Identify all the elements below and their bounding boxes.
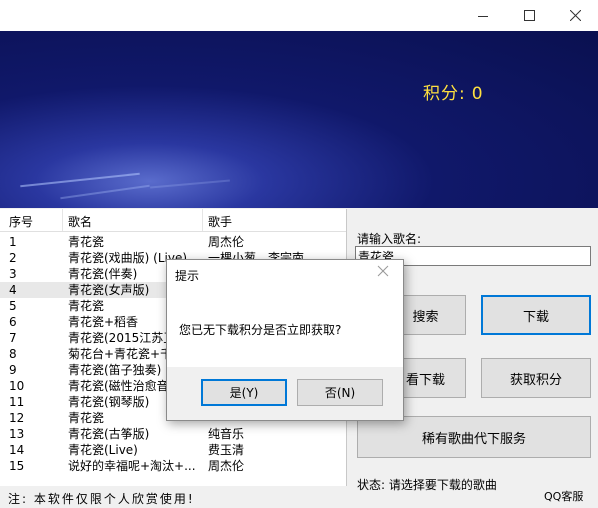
row-singer: 周杰伦 xyxy=(208,235,245,249)
score-display: 积分: 0 xyxy=(423,79,484,104)
row-number: 9 xyxy=(9,363,17,377)
row-number: 11 xyxy=(9,395,25,409)
footer-note-text: 注: 本软件仅限个人欣赏使用! xyxy=(8,492,195,506)
rare-song-service-button[interactable]: 稀有歌曲代下服务 xyxy=(357,416,591,458)
minimize-button[interactable] xyxy=(460,0,506,31)
header-banner: 积分: 0 xyxy=(0,31,598,208)
dialog-yes-label: 是(Y) xyxy=(229,386,259,400)
table-row[interactable]: 1 青花瓷 周杰伦 xyxy=(0,234,346,250)
row-number: 15 xyxy=(9,459,25,473)
song-name-label: 请输入歌名: xyxy=(357,232,422,246)
column-header-singer[interactable]: 歌手 xyxy=(208,213,232,230)
dialog-no-button[interactable]: 否(N) xyxy=(297,379,383,406)
row-singer: 周杰伦 xyxy=(208,459,245,473)
dialog-yes-button[interactable]: 是(Y) xyxy=(201,379,287,406)
qq-support-link[interactable]: QQ客服 xyxy=(544,488,583,504)
dialog-no-label: 否(N) xyxy=(324,386,356,400)
column-header-song[interactable]: 歌名 xyxy=(68,213,92,230)
row-number: 4 xyxy=(9,283,17,297)
dialog-close-icon[interactable] xyxy=(377,265,389,277)
get-points-button[interactable]: 获取积分 xyxy=(481,358,591,398)
table-row[interactable]: 13 青花瓷(古筝版) 纯音乐 xyxy=(0,426,346,442)
row-song-name: 青花瓷(Live) xyxy=(68,443,138,457)
row-singer: 费玉清 xyxy=(208,443,245,457)
rare-song-service-button-label: 稀有歌曲代下服务 xyxy=(421,431,526,447)
row-number: 5 xyxy=(9,299,17,313)
maximize-icon xyxy=(523,10,535,21)
maximize-button[interactable] xyxy=(506,0,552,31)
prompt-dialog: 提示 您已无下载积分是否立即获取? 是(Y) 否(N) xyxy=(166,259,404,421)
status-text: 状态: 请选择要下载的歌曲 xyxy=(357,478,497,492)
row-singer: 纯音乐 xyxy=(208,427,245,441)
column-divider[interactable] xyxy=(202,209,203,231)
banner-light-streak xyxy=(20,172,140,188)
row-number: 10 xyxy=(9,379,25,393)
close-icon xyxy=(569,10,581,21)
row-number: 2 xyxy=(9,251,17,265)
row-number: 12 xyxy=(9,411,25,425)
row-song-name: 青花瓷 xyxy=(68,235,105,249)
banner-light-streak xyxy=(60,184,150,200)
score-value: 0 xyxy=(471,84,484,104)
table-row[interactable]: 15 说好的幸福呢+淘汰+... 周杰伦 xyxy=(0,458,346,474)
row-number: 8 xyxy=(9,347,17,361)
footer-note: 注: 本软件仅限个人欣赏使用! xyxy=(0,486,346,508)
column-header-number[interactable]: 序号 xyxy=(9,213,33,230)
row-number: 3 xyxy=(9,267,17,281)
minimize-icon xyxy=(478,15,488,17)
dialog-title: 提示 xyxy=(175,269,200,283)
banner-light-streak xyxy=(150,179,230,189)
row-number: 6 xyxy=(9,315,17,329)
get-points-button-label: 获取积分 xyxy=(509,372,562,388)
row-number: 13 xyxy=(9,427,25,441)
download-button[interactable]: 下载 xyxy=(481,295,591,335)
row-number: 7 xyxy=(9,331,17,345)
row-number: 14 xyxy=(9,443,25,457)
dialog-footer: 是(Y) 否(N) xyxy=(167,367,403,420)
dialog-message: 您已无下载积分是否立即获取? xyxy=(179,323,342,337)
score-label: 积分: xyxy=(423,84,466,104)
table-row[interactable]: 14 青花瓷(Live) 费玉清 xyxy=(0,442,346,458)
download-button-label: 下载 xyxy=(522,309,549,325)
list-header: 序号 歌名 歌手 xyxy=(0,209,346,232)
row-number: 1 xyxy=(9,235,17,249)
close-button[interactable] xyxy=(552,0,598,31)
column-divider[interactable] xyxy=(62,209,63,231)
window-titlebar xyxy=(0,0,598,31)
row-song-name: 说好的幸福呢+淘汰+... xyxy=(68,459,196,473)
row-song-name: 青花瓷(古筝版) xyxy=(68,427,150,441)
